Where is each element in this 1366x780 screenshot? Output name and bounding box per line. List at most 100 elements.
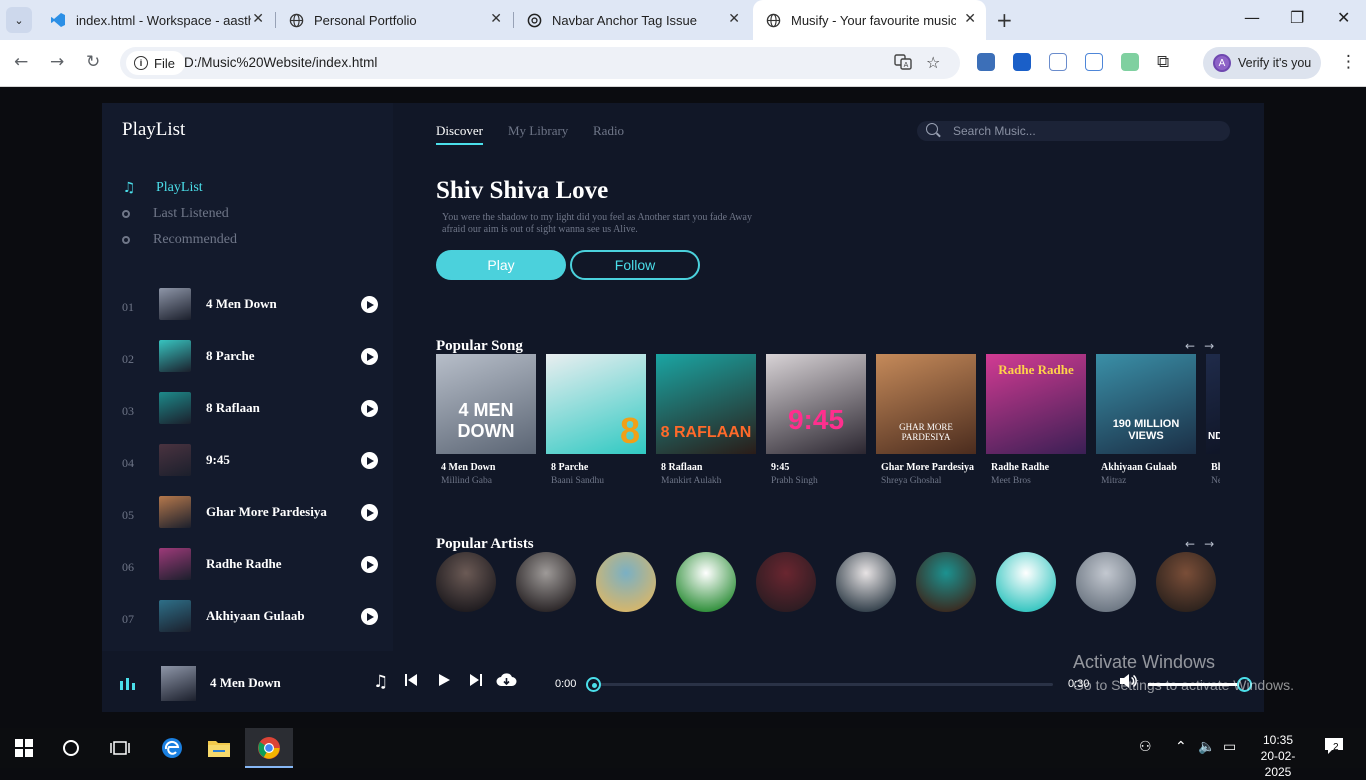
song-card[interactable]: 9:45 9:45 Prabh Singh: [766, 354, 866, 486]
song-card[interactable]: 190 MILLION VIEWS Akhiyaan Gulaab Mitraz: [1096, 354, 1196, 486]
arrow-right-icon[interactable]: →: [1204, 339, 1223, 353]
song-cover: 4 MEN DOWN: [436, 354, 536, 454]
play-circle-icon[interactable]: [361, 608, 378, 625]
site-info-button[interactable]: i File: [126, 51, 185, 75]
profile-button[interactable]: A Verify it's you: [1203, 47, 1321, 79]
play-button[interactable]: Play: [436, 250, 566, 280]
follow-button[interactable]: Follow: [570, 250, 700, 280]
url-text[interactable]: D:/Music%20Website/index.html: [184, 55, 377, 70]
chrome-icon[interactable]: [257, 736, 281, 760]
song-card[interactable]: Radhe Radhe Radhe Radhe Meet Bros: [986, 354, 1086, 486]
notification-center-icon[interactable]: 2: [1324, 737, 1344, 759]
arrow-left-icon[interactable]: ←: [1185, 339, 1204, 353]
close-tab-icon[interactable]: ✕: [490, 11, 502, 27]
tab-vscode[interactable]: index.html - Workspace - aasth ✕: [38, 0, 274, 40]
forward-icon[interactable]: →: [50, 52, 64, 72]
song-row[interactable]: 07 Akhiyaan Gulaab: [102, 600, 393, 640]
play-circle-icon[interactable]: [361, 556, 378, 573]
seek-bar[interactable]: [586, 677, 1053, 692]
taskbar-clock[interactable]: 10:35 20-02-2025: [1248, 732, 1308, 780]
play-circle-icon[interactable]: [361, 296, 378, 313]
arrow-right-icon[interactable]: →: [1204, 537, 1223, 551]
play-circle-icon[interactable]: [361, 400, 378, 417]
arrow-left-icon[interactable]: ←: [1185, 537, 1204, 551]
tab-discover[interactable]: Discover: [436, 123, 483, 145]
reload-icon[interactable]: ↻: [86, 52, 100, 72]
restore-icon[interactable]: ❐: [1290, 8, 1304, 27]
previous-track-icon[interactable]: [404, 672, 418, 692]
artist-avatar[interactable]: [836, 552, 896, 612]
play-icon[interactable]: [437, 672, 451, 692]
song-card[interactable]: 4 MEN DOWN 4 Men Down Millind Gaba: [436, 354, 536, 486]
extension-icon[interactable]: [1085, 53, 1103, 71]
tab-navbar-issue[interactable]: Navbar Anchor Tag Issue ✕: [514, 0, 750, 40]
battery-icon[interactable]: ▭: [1223, 739, 1236, 755]
song-card[interactable]: GHAR MORE PARDESIYA Ghar More Pardesiya …: [876, 354, 976, 486]
song-row[interactable]: 04 9:45: [102, 444, 393, 484]
speaker-icon[interactable]: 🔈: [1198, 739, 1215, 755]
search-input[interactable]: [953, 123, 1213, 139]
song-card[interactable]: 8 8 Parche Baani Sandhu: [546, 354, 646, 486]
popular-song-row: 4 MEN DOWN 4 Men Down Millind Gaba 8 8 P…: [436, 354, 1220, 494]
artist-avatar[interactable]: [996, 552, 1056, 612]
tab-musify[interactable]: Musify - Your favourite music is ✕: [753, 0, 986, 40]
song-thumbnail: [159, 600, 191, 632]
clock-time: 10:35: [1262, 733, 1294, 747]
song-row[interactable]: 06 Radhe Radhe: [102, 548, 393, 588]
file-explorer-icon[interactable]: [207, 736, 231, 760]
tab-search-button[interactable]: ⌄: [6, 7, 32, 33]
extension-icon[interactable]: [977, 53, 995, 71]
download-cloud-icon[interactable]: [496, 672, 517, 693]
artist-avatar[interactable]: [916, 552, 976, 612]
section-title-popular-artists: Popular Artists: [436, 536, 534, 552]
minimize-icon[interactable]: —: [1244, 8, 1260, 27]
omnibox[interactable]: i File D:/Music%20Website/index.html A ☆: [120, 47, 960, 79]
play-circle-icon[interactable]: [361, 348, 378, 365]
close-tab-icon[interactable]: ✕: [252, 11, 264, 27]
bookmark-star-icon[interactable]: ☆: [926, 53, 940, 72]
song-title: Radhe Radhe: [206, 556, 282, 571]
translate-icon[interactable]: A: [894, 53, 912, 75]
search-circle-icon[interactable]: [59, 736, 83, 760]
task-view-icon[interactable]: [108, 736, 132, 760]
seek-knob[interactable]: [586, 677, 601, 692]
tab-radio[interactable]: Radio: [593, 123, 624, 139]
sidebar-item-playlist[interactable]: ♫ PlayList: [122, 180, 203, 196]
artist-avatar[interactable]: [436, 552, 496, 612]
edge-icon[interactable]: [160, 736, 184, 760]
extension-search-icon[interactable]: [1013, 53, 1031, 71]
artist-avatar[interactable]: [1156, 552, 1216, 612]
song-card[interactable]: NDY Bh Ne: [1206, 354, 1220, 486]
browser-menu-icon[interactable]: ⋮: [1340, 52, 1357, 72]
extension-icon[interactable]: [1049, 53, 1067, 71]
tab-portfolio[interactable]: Personal Portfolio ✕: [276, 0, 512, 40]
windows-start-icon[interactable]: [12, 736, 36, 760]
music-note-icon[interactable]: ♫: [373, 672, 388, 692]
tab-my-library[interactable]: My Library: [508, 123, 568, 139]
play-circle-icon[interactable]: [361, 452, 378, 469]
song-thumbnail: [159, 392, 191, 424]
song-row[interactable]: 01 4 Men Down: [102, 288, 393, 328]
next-track-icon[interactable]: [469, 672, 483, 692]
close-tab-icon[interactable]: ✕: [964, 11, 976, 27]
song-row[interactable]: 02 8 Parche: [102, 340, 393, 380]
song-card[interactable]: 8 RAFLAAN 8 Raflaan Mankirt Aulakh: [656, 354, 756, 486]
close-tab-icon[interactable]: ✕: [728, 11, 740, 27]
play-circle-icon[interactable]: [361, 504, 378, 521]
song-row[interactable]: 03 8 Raflaan: [102, 392, 393, 432]
artist-avatar[interactable]: [756, 552, 816, 612]
artist-avatar[interactable]: [596, 552, 656, 612]
window-close-icon[interactable]: ✕: [1337, 8, 1350, 27]
new-tab-button[interactable]: +: [996, 8, 1013, 32]
sidebar-item-recommended[interactable]: Recommended: [122, 232, 237, 248]
song-row[interactable]: 05 Ghar More Pardesiya: [102, 496, 393, 536]
artist-avatar[interactable]: [1076, 552, 1136, 612]
sidebar-item-last-listened[interactable]: Last Listened: [122, 206, 229, 222]
artist-avatar[interactable]: [676, 552, 736, 612]
extension-icon[interactable]: [1121, 53, 1139, 71]
back-icon[interactable]: ←: [14, 52, 28, 72]
extensions-puzzle-icon[interactable]: ⧉: [1157, 52, 1169, 72]
artist-avatar[interactable]: [516, 552, 576, 612]
people-icon[interactable]: ⚇: [1139, 739, 1152, 755]
chevron-up-icon[interactable]: ⌃: [1175, 739, 1187, 755]
